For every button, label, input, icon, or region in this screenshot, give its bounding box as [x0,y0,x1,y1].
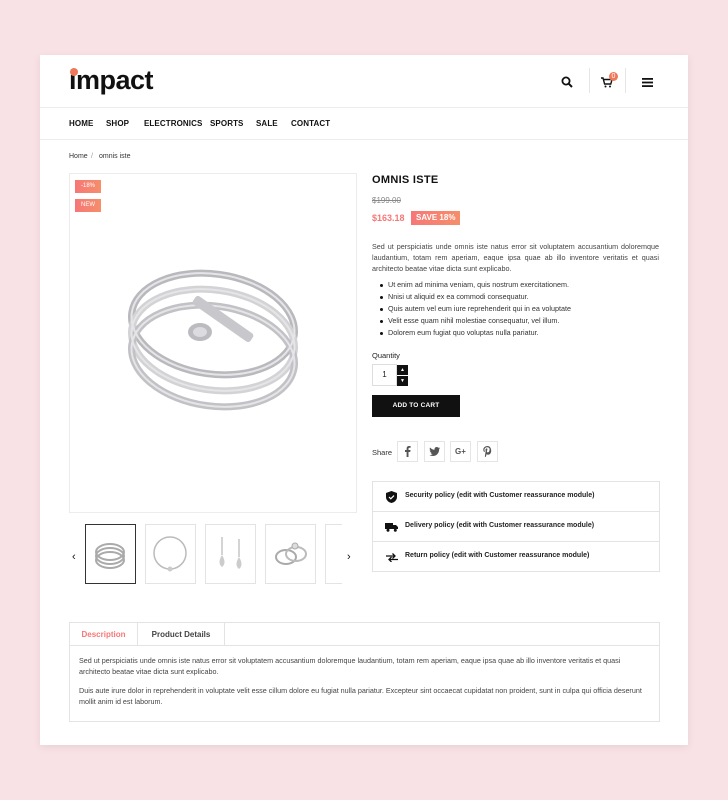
thumbnail-5[interactable] [325,524,342,584]
save-badge: SAVE 18% [411,211,461,225]
product-short-description: Sed ut perspiciatis unde omnis iste natu… [372,242,659,273]
product-main-image[interactable]: -18% NEW [69,173,357,513]
cart-count-badge: 0 [609,72,618,81]
feature-item: Velit esse quam nihil molestiae consequa… [380,315,660,327]
thumbnail-3[interactable] [205,524,256,584]
reassurance-block: Security policy (edit with Customer reas… [372,481,660,572]
pinterest-share-icon[interactable] [477,441,498,462]
new-flag: NEW [75,199,101,212]
header-divider [589,68,590,93]
tab-product-details[interactable]: Product Details [138,623,225,646]
rings-thumb [275,542,307,565]
feature-item: Dolorem eum fugiat quo voluptas nulla pa… [380,327,660,339]
feature-list: Ut enim ad minima veniam, quis nostrum e… [380,279,660,339]
bracelet-thumb [95,543,125,569]
nav-contact[interactable]: CONTACT [291,119,330,128]
nav-shop[interactable]: SHOP [106,119,129,128]
reassurance-text: Return policy (edit with Customer reassu… [405,552,590,559]
product-tabs: Description Product Details Sed ut persp… [69,622,660,722]
site-logo[interactable]: impact [69,65,154,96]
feature-item: Ut enim ad minima veniam, quis nostrum e… [380,279,660,291]
product-title: OMNIS ISTE [372,174,439,186]
nav-sale[interactable]: SALE [256,119,278,128]
quantity-input[interactable]: 1 [372,364,397,386]
tab-header: Description Product Details [70,623,659,646]
facebook-share-icon[interactable] [397,441,418,462]
breadcrumb-home[interactable]: Home [69,153,88,160]
thumbnail-1[interactable] [85,524,136,584]
quantity-down-button[interactable]: ▼ [397,376,408,386]
discount-flag: -18% [75,180,102,193]
site-header: impact 0 [40,55,688,108]
header-divider [625,68,626,93]
thumbnail-2[interactable] [145,524,196,584]
reassurance-text: Delivery policy (edit with Customer reas… [405,522,595,529]
thumbnail-4[interactable] [265,524,316,584]
page-card: impact 0 HOME SHOP ELECTRONICS SPORTS SA… [40,55,688,745]
share-label: Share [372,448,393,457]
feature-item: Nnisi ut aliquid ex ea commodi consequat… [380,291,660,303]
search-icon[interactable] [558,73,576,91]
regular-price: $199.00 [372,196,401,205]
truck-icon [385,521,398,533]
description-paragraph: Sed ut perspiciatis unde omnis iste natu… [79,656,621,676]
breadcrumb-current: omnis iste [99,153,131,160]
reassurance-delivery: Delivery policy (edit with Customer reas… [373,512,659,542]
add-to-cart-button[interactable]: ADD TO CART [372,395,460,417]
swap-arrows-icon [385,551,398,563]
earrings-thumb [219,537,242,569]
sale-price: $163.18 [372,213,405,223]
thumb-prev-arrow[interactable]: ‹ [72,551,76,563]
google-plus-share-icon[interactable]: G+ [450,441,471,462]
nav-home[interactable]: HOME [69,119,93,128]
thumb-next-arrow[interactable]: › [347,551,351,563]
breadcrumb-separator: / [91,153,93,160]
tab-description[interactable]: Description [70,623,138,646]
twitter-share-icon[interactable] [424,441,445,462]
description-paragraph: Duis aute irure dolor in reprehenderit i… [79,686,642,706]
reassurance-return: Return policy (edit with Customer reassu… [373,542,659,572]
chain-bracelet-thumb [153,536,187,572]
quantity-label: Quantity [372,351,400,360]
nav-sports[interactable]: SPORTS [210,119,244,128]
reassurance-security: Security policy (edit with Customer reas… [373,482,659,512]
quantity-up-button[interactable]: ▲ [397,365,408,375]
menu-icon[interactable] [638,73,656,91]
nav-electronics[interactable]: ELECTRONICS [144,119,202,128]
logo-dot [70,68,78,76]
reassurance-text: Security policy (edit with Customer reas… [405,492,595,499]
bracelet-image [128,269,298,411]
feature-item: Quis autem vel eum iure reprehenderit qu… [380,303,660,315]
shield-check-icon [385,491,398,503]
main-nav: HOME SHOP ELECTRONICS SPORTS SALE CONTAC… [40,108,688,140]
